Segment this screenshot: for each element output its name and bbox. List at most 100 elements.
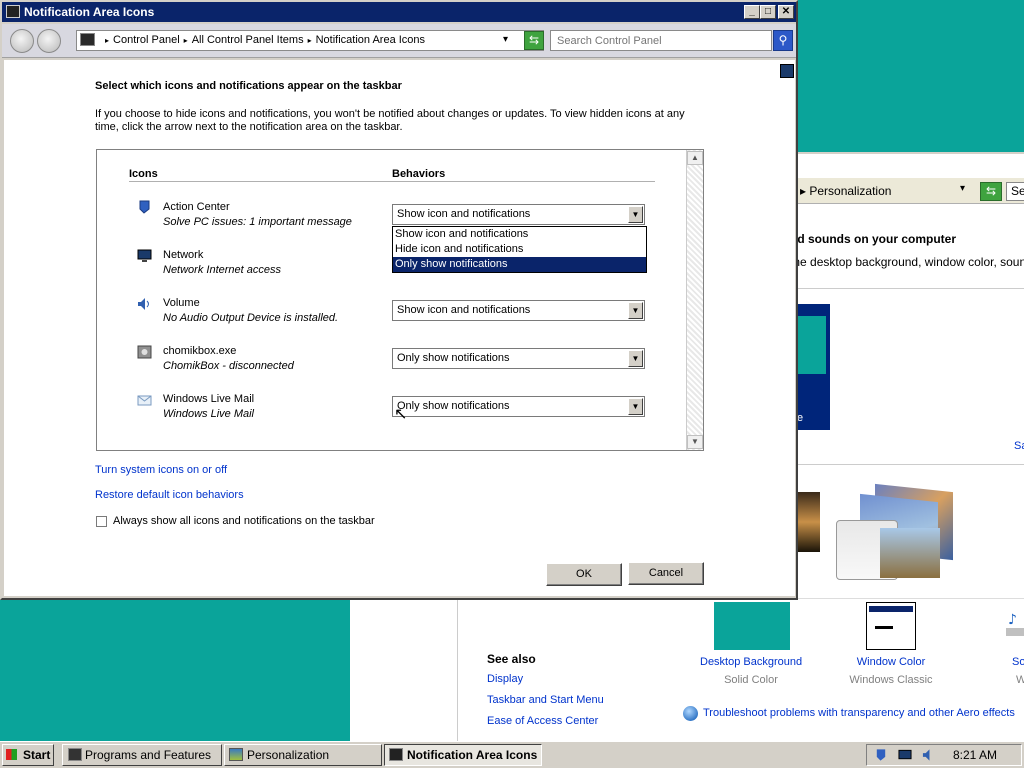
window-color-line — [875, 626, 893, 629]
action-center-tray-icon[interactable] — [874, 748, 888, 762]
divider — [790, 288, 1024, 289]
personalization-left-pane — [350, 598, 458, 742]
row-name: Volume — [163, 297, 200, 309]
programs-icon — [68, 748, 82, 761]
chevron-down-icon[interactable]: ▾ — [503, 34, 508, 45]
search-icon[interactable]: ⚲ — [773, 30, 793, 51]
column-header-behaviors: Behaviors — [392, 168, 446, 180]
sounds-icon[interactable]: ♪ — [1006, 610, 1024, 640]
search-input[interactable] — [550, 30, 772, 51]
always-show-checkbox[interactable] — [96, 516, 107, 527]
dropdown-option-selected[interactable]: Only show notifications — [393, 257, 646, 272]
theme-thumbnail[interactable] — [795, 492, 820, 552]
chevron-down-icon[interactable]: ▼ — [628, 206, 643, 223]
personalization-search-input[interactable]: Se — [1006, 182, 1024, 201]
personalization-heading: nd sounds on your computer — [790, 232, 957, 246]
control-panel-icon — [80, 33, 95, 46]
forward-button[interactable] — [37, 29, 61, 53]
mouse-cursor-icon: ↖ — [394, 406, 408, 423]
ok-button[interactable]: OK — [546, 563, 622, 586]
breadcrumb-notification-area-icons[interactable]: Notification Area Icons — [316, 34, 425, 46]
windows-logo-icon — [6, 749, 17, 760]
divider — [790, 464, 1024, 465]
behavior-select[interactable]: Show icon and notifications — [392, 300, 645, 321]
divider — [129, 181, 655, 182]
row-name: Windows Live Mail — [163, 393, 255, 405]
taskbar-item-notification-area[interactable]: Notification Area Icons — [384, 744, 542, 766]
taskbar-item-personalization[interactable]: Personalization — [224, 744, 382, 766]
behavior-select[interactable]: Only show notifications — [392, 396, 645, 417]
volume-tray-icon[interactable] — [922, 748, 936, 762]
chevron-down-icon[interactable]: ▼ — [628, 302, 643, 319]
control-panel-icon — [6, 5, 20, 18]
page-description: If you choose to hide icons and notifica… — [95, 108, 685, 133]
svg-text:♪: ♪ — [1008, 612, 1017, 628]
refresh-icon[interactable]: ⇆ — [524, 31, 544, 50]
chevron-down-icon[interactable]: ▼ — [628, 398, 643, 415]
chevron-down-icon[interactable]: ▼ — [628, 350, 643, 367]
theme-thumbnail[interactable] — [880, 528, 940, 578]
sounds-value: Windo — [1016, 674, 1024, 686]
see-also-ease-of-access-link[interactable]: Ease of Access Center — [487, 715, 598, 727]
personalization-breadcrumb[interactable]: n ▸ Personalization — [790, 184, 891, 198]
volume-icon — [137, 297, 152, 311]
troubleshoot-icon — [683, 706, 698, 721]
see-also-taskbar-link[interactable]: Taskbar and Start Menu — [487, 694, 604, 706]
row-description: Network Internet access — [163, 264, 281, 276]
network-tray-icon[interactable] — [898, 748, 912, 762]
see-also-title: See also — [487, 652, 536, 666]
save-theme-link[interactable]: Sa — [1014, 440, 1024, 452]
sounds-link[interactable]: So — [1012, 656, 1024, 668]
close-button[interactable]: ✕ — [778, 5, 794, 19]
refresh-icon[interactable]: ⇆ — [980, 182, 1002, 201]
always-show-label[interactable]: Always show all icons and notifications … — [113, 515, 375, 527]
row-description: ChomikBox - disconnected — [163, 360, 294, 372]
restore-defaults-link[interactable]: Restore default icon behaviors — [95, 489, 244, 501]
chevron-right-icon[interactable]: ▸ — [101, 36, 113, 45]
control-panel-icon — [389, 748, 403, 761]
row-description: Windows Live Mail — [163, 408, 254, 420]
network-icon — [137, 249, 152, 263]
chevron-right-icon[interactable]: ▸ — [180, 36, 192, 45]
row-description: Solve PC issues: 1 important message — [163, 216, 352, 228]
taskbar-item-programs[interactable]: Programs and Features — [62, 744, 222, 766]
troubleshoot-link[interactable]: Troubleshoot problems with transparency … — [703, 707, 1015, 719]
dropdown-option[interactable]: Hide icon and notifications — [393, 242, 646, 257]
personalization-icon — [229, 748, 243, 761]
row-name: Action Center — [163, 201, 230, 213]
row-description: No Audio Output Device is installed. — [163, 312, 339, 324]
clock[interactable]: 8:21 AM — [953, 748, 997, 762]
breadcrumb-all-items[interactable]: All Control Panel Items — [192, 34, 304, 46]
see-also-display-link[interactable]: Display — [487, 673, 523, 685]
system-tray — [866, 744, 1022, 766]
dropdown-option[interactable]: Show icon and notifications — [393, 227, 646, 242]
mail-icon — [137, 393, 152, 407]
maximize-button[interactable]: □ — [760, 5, 776, 19]
help-icon[interactable] — [780, 64, 794, 78]
scroll-up-icon[interactable]: ▲ — [687, 151, 703, 165]
behavior-select[interactable]: Only show notifications — [392, 348, 645, 369]
breadcrumb-control-panel[interactable]: Control Panel — [113, 34, 180, 46]
behavior-select[interactable]: Show icon and notifications — [392, 204, 645, 225]
scroll-down-icon[interactable]: ▼ — [687, 435, 703, 449]
minimize-button[interactable]: _ — [744, 5, 760, 19]
window-color-link[interactable]: Window Color — [852, 656, 930, 668]
chevron-right-icon[interactable]: ▸ — [304, 36, 316, 45]
row-name: chomikbox.exe — [163, 345, 237, 357]
vertical-scrollbar[interactable] — [686, 150, 703, 450]
turn-system-icons-link[interactable]: Turn system icons on or off — [95, 464, 227, 476]
desktop-background-link[interactable]: Desktop Background — [700, 656, 802, 668]
window-color-titlebar — [869, 606, 913, 612]
personalization-subheading: the desktop background, window color, so… — [790, 255, 1024, 269]
window-title: Notification Area Icons — [24, 5, 155, 19]
row-name: Network — [163, 249, 204, 261]
chomikbox-icon — [137, 345, 152, 359]
chevron-down-icon[interactable]: ▾ — [960, 183, 965, 194]
desktop-background-icon[interactable] — [714, 602, 790, 650]
page-title: Select which icons and notifications app… — [95, 80, 402, 92]
back-button[interactable] — [10, 29, 34, 53]
cancel-button[interactable]: Cancel — [628, 562, 704, 585]
desktop-background-value: Solid Color — [724, 674, 778, 686]
breadcrumb[interactable]: ▸ Control Panel ▸ All Control Panel Items ▸ N… — [101, 34, 425, 46]
column-header-icons: Icons — [129, 168, 158, 180]
